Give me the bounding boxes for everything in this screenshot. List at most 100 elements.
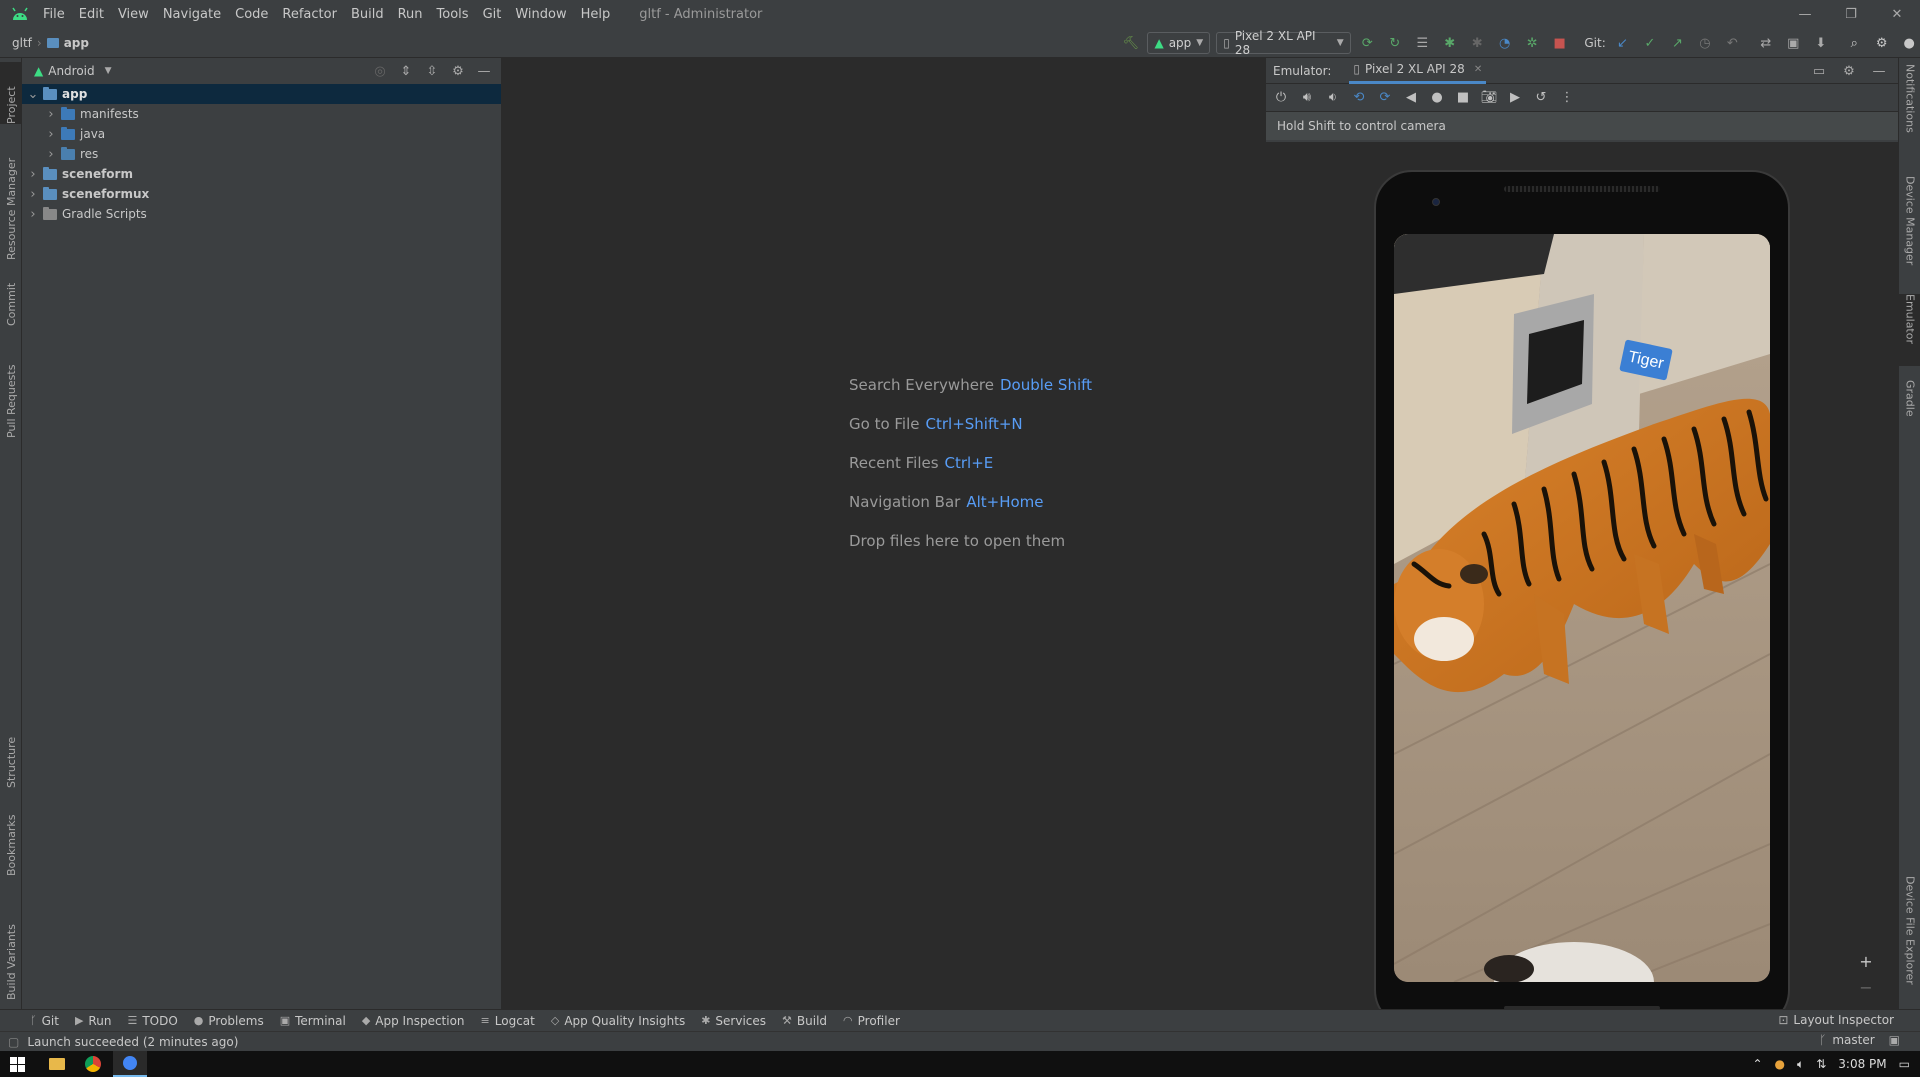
bottom-tab-services[interactable]: ✱ Services: [701, 1014, 766, 1028]
tray-app-icon[interactable]: ●: [1775, 1057, 1785, 1071]
git-push-icon[interactable]: ↗: [1667, 32, 1688, 54]
tree-item-res[interactable]: › res: [22, 144, 501, 164]
settings-gear-icon[interactable]: ⚙: [1871, 32, 1892, 54]
maximize-icon[interactable]: ▭: [1808, 60, 1830, 82]
menu-tools[interactable]: Tools: [430, 0, 476, 29]
breadcrumb-project[interactable]: gltf: [12, 36, 32, 50]
profile-icon[interactable]: ◔: [1494, 32, 1515, 54]
make-project-hammer-icon[interactable]: 🔨︎: [1120, 32, 1141, 54]
sync-gradle-icon[interactable]: ⇄: [1755, 32, 1776, 54]
menu-help[interactable]: Help: [574, 0, 618, 29]
chevron-down-icon[interactable]: ▼: [105, 66, 112, 76]
git-branch-label[interactable]: master: [1832, 1033, 1874, 1047]
tool-tab-notifications[interactable]: Notifications: [1899, 64, 1920, 150]
expand-all-icon[interactable]: ⇕: [395, 60, 417, 82]
bottom-tab-terminal[interactable]: ▣ Terminal: [280, 1014, 346, 1028]
menu-file[interactable]: File: [36, 0, 72, 29]
apply-changes-icon[interactable]: ↻: [1384, 32, 1405, 54]
rotate-right-icon[interactable]: ⟳: [1374, 87, 1396, 109]
chevron-right-icon[interactable]: ›: [44, 127, 58, 142]
tree-item-java[interactable]: › java: [22, 124, 501, 144]
screenshot-camera-icon[interactable]: 📷︎: [1478, 87, 1500, 109]
layout-inspector-button[interactable]: ⊡ Layout Inspector: [1778, 1013, 1894, 1027]
readonly-lock-icon[interactable]: ▣: [1889, 1033, 1900, 1047]
run-options-icon[interactable]: ☰: [1412, 32, 1433, 54]
git-update-icon[interactable]: ↙: [1612, 32, 1633, 54]
screen-record-icon[interactable]: ▶: [1504, 87, 1526, 109]
file-explorer-icon[interactable]: [49, 1058, 65, 1070]
rerun-icon[interactable]: ⟳: [1357, 32, 1378, 54]
tool-tab-commit[interactable]: Commit: [0, 274, 22, 326]
tree-item-app[interactable]: ⌄ app: [22, 84, 501, 104]
home-icon[interactable]: ●: [1426, 87, 1448, 109]
tree-item-manifests[interactable]: › manifests: [22, 104, 501, 124]
tool-tab-emulator[interactable]: Emulator: [1899, 294, 1920, 366]
chevron-right-icon[interactable]: ›: [44, 107, 58, 122]
bottom-tab-todo[interactable]: ☰ TODO: [127, 1014, 177, 1028]
bottom-tab-build[interactable]: ⚒ Build: [782, 1014, 827, 1028]
collapse-all-icon[interactable]: ⇳: [421, 60, 443, 82]
project-view-selector[interactable]: Android: [48, 64, 94, 78]
android-studio-taskbar-icon[interactable]: [113, 1051, 147, 1077]
chevron-right-icon[interactable]: ›: [26, 207, 40, 222]
menu-window[interactable]: Window: [508, 0, 573, 29]
status-message[interactable]: Launch succeeded (2 minutes ago): [27, 1035, 238, 1049]
restore-button[interactable]: ❐: [1828, 0, 1874, 29]
chevron-right-icon[interactable]: ›: [44, 147, 58, 162]
hide-panel-icon[interactable]: —: [1868, 60, 1890, 82]
zoom-in-icon[interactable]: +: [1855, 950, 1877, 972]
chevron-right-icon[interactable]: ›: [26, 167, 40, 182]
emulator-device-tab[interactable]: ▯ Pixel 2 XL API 28 ✕: [1349, 58, 1487, 84]
minimize-button[interactable]: —: [1782, 0, 1828, 29]
menu-code[interactable]: Code: [228, 0, 275, 29]
close-window-button[interactable]: ✕: [1874, 0, 1920, 29]
bottom-tab-run[interactable]: ▶ Run: [75, 1014, 111, 1028]
snapshot-icon[interactable]: ↺: [1530, 87, 1552, 109]
tool-tab-device-file-explorer[interactable]: Device File Explorer: [1899, 876, 1920, 1006]
zoom-out-icon[interactable]: −: [1855, 976, 1877, 998]
settings-gear-icon[interactable]: ⚙: [447, 60, 469, 82]
speaker-volume-icon[interactable]: 🔈︎: [1797, 1057, 1804, 1072]
editor-empty-area[interactable]: Search Everywhere Double Shift Go to File…: [502, 58, 1265, 1009]
hide-panel-icon[interactable]: —: [473, 60, 495, 82]
tool-tab-resource-manager[interactable]: Resource Manager: [0, 140, 22, 260]
tree-item-sceneform[interactable]: › sceneform: [22, 164, 501, 184]
network-icon[interactable]: ⇅: [1816, 1057, 1826, 1071]
search-icon[interactable]: ⌕: [1844, 32, 1865, 54]
more-options-icon[interactable]: ⋮: [1556, 87, 1578, 109]
select-opened-file-icon[interactable]: ◎: [369, 60, 391, 82]
volume-down-icon[interactable]: 🔉︎: [1322, 87, 1344, 109]
bottom-tab-app-inspection[interactable]: ◆ App Inspection: [362, 1014, 465, 1028]
tool-tab-bookmarks[interactable]: Bookmarks: [0, 806, 22, 876]
windows-start-icon[interactable]: [10, 1056, 25, 1072]
tool-tab-build-variants[interactable]: Build Variants: [0, 900, 22, 1000]
toggle-tool-windows-icon[interactable]: ▢: [8, 1035, 19, 1049]
power-icon[interactable]: ⏻: [1270, 87, 1292, 109]
menu-run[interactable]: Run: [391, 0, 430, 29]
device-selector[interactable]: ▯ Pixel 2 XL API 28 ▼: [1216, 29, 1351, 57]
menu-view[interactable]: View: [111, 0, 156, 29]
chevron-down-icon[interactable]: ⌄: [26, 87, 40, 102]
tool-tab-project[interactable]: Project: [0, 62, 22, 124]
bottom-tab-git[interactable]: ᚴ Git: [30, 1014, 59, 1028]
bottom-tab-logcat[interactable]: ≡ Logcat: [481, 1014, 535, 1028]
breadcrumb-module[interactable]: app: [64, 36, 89, 50]
clock-time[interactable]: 3:08 PM: [1838, 1057, 1886, 1071]
stop-icon[interactable]: ■: [1549, 32, 1570, 54]
tool-tab-gradle[interactable]: Gradle: [1899, 380, 1920, 444]
chrome-icon[interactable]: [85, 1056, 101, 1072]
menu-refactor[interactable]: Refactor: [275, 0, 344, 29]
git-history-icon[interactable]: ◷: [1694, 32, 1715, 54]
bottom-tab-app-quality-insights[interactable]: ◇ App Quality Insights: [551, 1014, 685, 1028]
menu-git[interactable]: Git: [476, 0, 509, 29]
menu-navigate[interactable]: Navigate: [156, 0, 228, 29]
bottom-tab-profiler[interactable]: ◠ Profiler: [843, 1014, 900, 1028]
back-icon[interactable]: ◀: [1400, 87, 1422, 109]
tray-chevron-up-icon[interactable]: ⌃: [1752, 1057, 1762, 1071]
tool-tab-pull-requests[interactable]: Pull Requests: [0, 348, 22, 438]
bottom-tab-problems[interactable]: ● Problems: [194, 1014, 264, 1028]
chevron-right-icon[interactable]: ›: [26, 187, 40, 202]
menu-build[interactable]: Build: [344, 0, 391, 29]
device-screen[interactable]: Tiger: [1394, 234, 1770, 982]
tree-item-sceneformux[interactable]: › sceneformux: [22, 184, 501, 204]
